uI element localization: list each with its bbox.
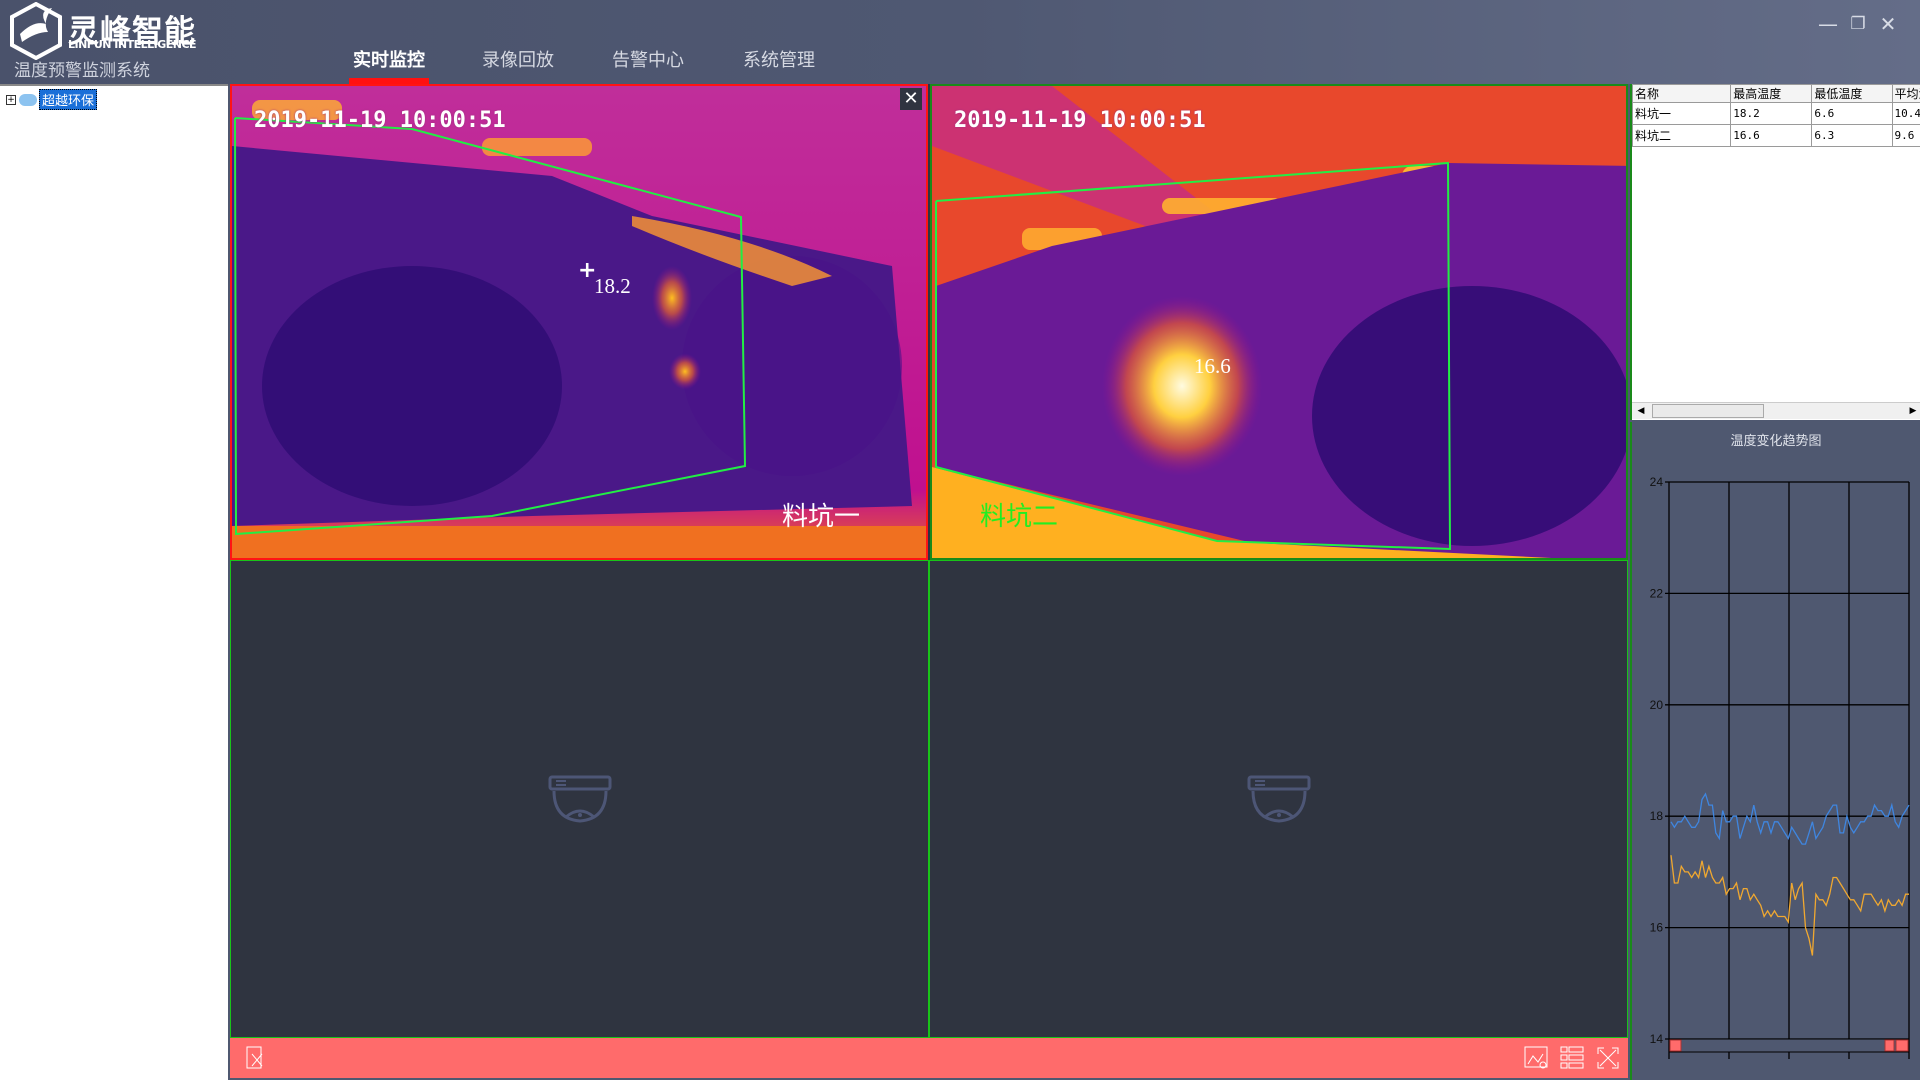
y-tick-label: 18: [1650, 809, 1664, 823]
close-window-button[interactable]: ✕: [1876, 12, 1900, 36]
table-cell: 料坑一: [1632, 102, 1732, 125]
chart-scroll-thumb: [1884, 1039, 1895, 1052]
device-tree: + 超越环保: [0, 84, 228, 1080]
table-scrollbar[interactable]: ◀ ▶: [1632, 402, 1920, 419]
column-header[interactable]: 平均温度: [1891, 84, 1920, 103]
close-video-button[interactable]: ✕: [900, 88, 922, 110]
tab-system-settings[interactable]: 系统管理: [743, 46, 815, 84]
y-tick-label: 24: [1650, 475, 1664, 489]
channel-name: 料坑一: [782, 502, 861, 531]
temperature-table: 名称最高温度最低温度平均温度 料坑一18.26.610.4料坑二16.66.39…: [1630, 84, 1920, 420]
tab-alarm-center[interactable]: 告警中心: [612, 46, 684, 84]
chart-scroll-left-icon: [1669, 1039, 1682, 1052]
video-cell-4[interactable]: [929, 560, 1628, 1038]
app-header: 灵峰智能 LINFUN INTELLIGENCE 温度预警监测系统 实时监控 录…: [0, 0, 1920, 84]
table-cell: 6.6: [1811, 102, 1893, 125]
column-header[interactable]: 最低温度: [1811, 84, 1893, 103]
chart-scroll-right-icon: [1895, 1039, 1909, 1052]
table-header: 名称最高温度最低温度平均温度: [1632, 84, 1920, 103]
y-tick-label: 20: [1650, 698, 1664, 712]
cloud-icon: [19, 93, 37, 106]
table-body: 料坑一 18.2 6.6 10.4 料坑二 16.6 6.3 9.6: [1632, 102, 1920, 411]
video-timestamp: 2019-11-19 10:00:51: [954, 108, 1206, 133]
table-cell: 6.3: [1811, 124, 1893, 147]
trend-chart: 温度变化趋势图 24 22 20 18 16 14: [1630, 422, 1920, 1080]
table-row[interactable]: 料坑二 16.6 6.3 9.6: [1632, 124, 1920, 147]
video-timestamp: 2019-11-19 10:00:51: [254, 108, 506, 133]
max-temp-label: 18.2: [594, 274, 631, 298]
video-cell-2[interactable]: 2019-11-19 10:00:51 16.6 料坑二: [930, 84, 1628, 560]
tab-live-monitor[interactable]: 实时监控: [349, 46, 429, 84]
video-cell-1[interactable]: 2019-11-19 10:00:51 + 18.2 料坑一 ✕: [230, 84, 928, 560]
series-line-1: [1670, 792, 1910, 845]
chart-canvas: 24 22 20 18 16 14: [1650, 475, 1910, 1059]
column-header[interactable]: 名称: [1632, 84, 1732, 103]
layout-icon[interactable]: [1560, 1046, 1586, 1070]
restore-button[interactable]: ❐: [1846, 12, 1870, 36]
thermal-image: [932, 86, 1626, 558]
scroll-thumb[interactable]: [1652, 404, 1764, 418]
table-cell: 料坑二: [1632, 124, 1732, 147]
chart-scrollbar: [1668, 1038, 1910, 1053]
tree-node-root[interactable]: + 超越环保: [6, 89, 98, 110]
edit-icon[interactable]: [246, 1046, 266, 1070]
column-header[interactable]: 最高温度: [1730, 84, 1813, 103]
channel-name: 料坑二: [980, 502, 1059, 531]
table-cell: 9.6: [1891, 124, 1920, 147]
dome-camera-icon: [1247, 775, 1310, 823]
video-grid: 2019-11-19 10:00:51 + 18.2 料坑一 ✕ 2019-11…: [230, 84, 1628, 1038]
logo-icon: [10, 2, 62, 60]
scroll-left-icon[interactable]: ◀: [1634, 404, 1648, 418]
table-cell: 10.4: [1891, 102, 1920, 125]
table-row[interactable]: 料坑一 18.2 6.6 10.4: [1632, 102, 1920, 125]
video-cell-3[interactable]: [230, 560, 929, 1038]
right-panel: 名称最高温度最低温度平均温度 料坑一18.26.610.4料坑二16.66.39…: [1630, 84, 1920, 1080]
fullscreen-icon[interactable]: [1596, 1046, 1620, 1070]
series-line-2: [1670, 855, 1909, 956]
dome-camera-icon: [548, 775, 611, 823]
y-tick-label: 22: [1650, 586, 1664, 600]
system-name: 温度预警监测系统: [14, 61, 150, 81]
tab-playback[interactable]: 录像回放: [482, 46, 554, 84]
image-icon[interactable]: [1524, 1046, 1550, 1070]
tree-node-label[interactable]: 超越环保: [39, 89, 98, 110]
y-tick-label: 16: [1650, 921, 1664, 935]
max-temp-label: 16.6: [1194, 354, 1231, 378]
logo-subtext: LINFUN INTELLIGENCE: [68, 38, 197, 51]
scroll-right-icon[interactable]: ▶: [1906, 404, 1920, 418]
table-cell: 18.2: [1730, 102, 1813, 125]
table-cell: 16.6: [1730, 124, 1813, 147]
expand-icon[interactable]: +: [6, 94, 16, 105]
minimize-button[interactable]: —: [1816, 12, 1840, 36]
y-tick-label: 14: [1650, 1032, 1664, 1046]
thermal-image: [232, 86, 926, 558]
video-toolbar: [230, 1038, 1628, 1078]
